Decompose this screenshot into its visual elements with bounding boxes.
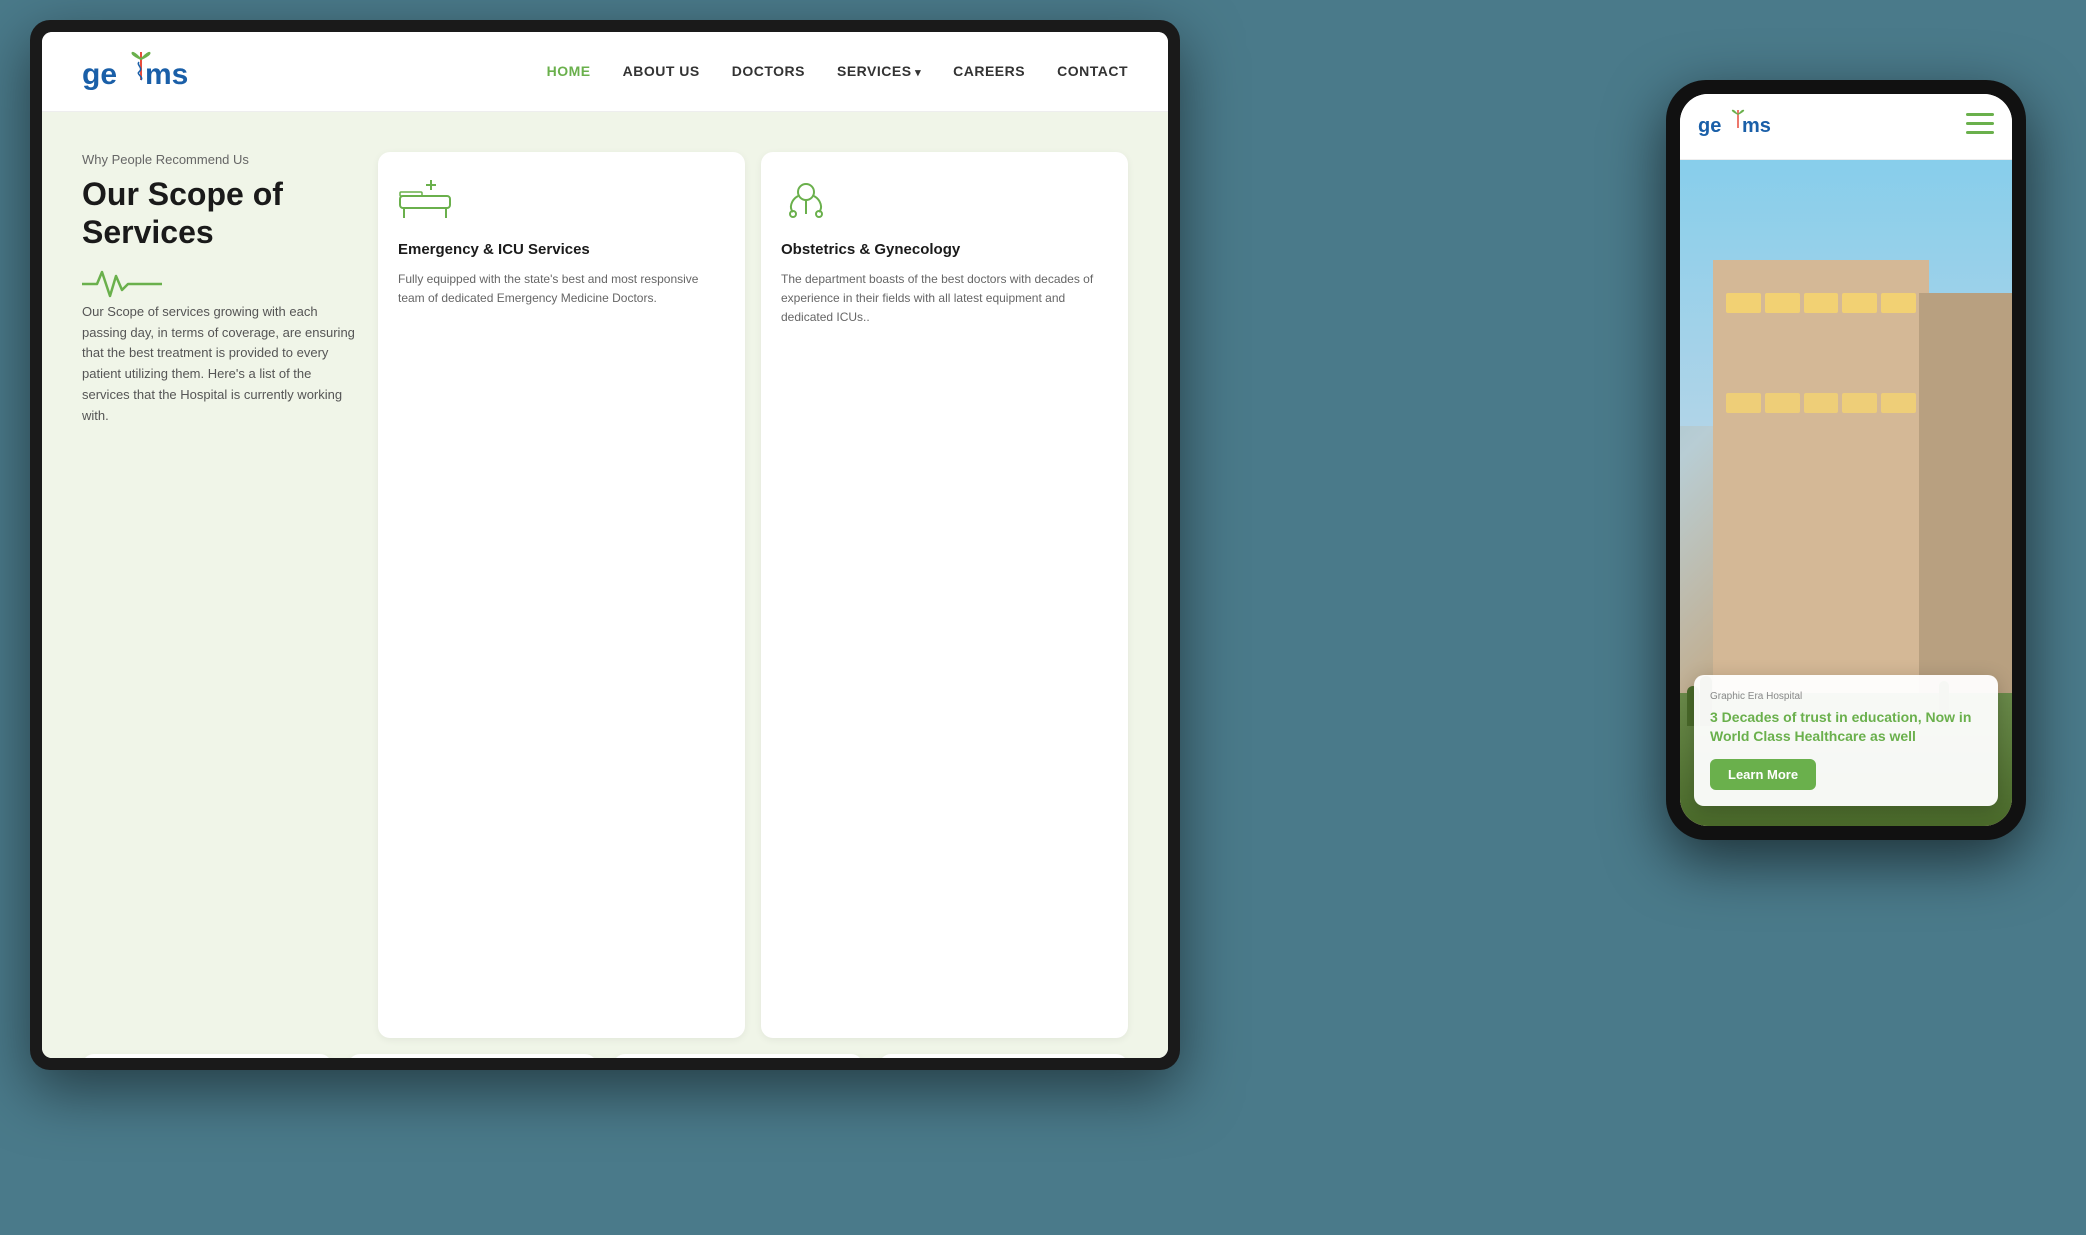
- service-card-gp: General Physician Out Patient and In-Pat…: [879, 1054, 1129, 1058]
- desktop-logo[interactable]: ge ms: [82, 48, 202, 96]
- service-card-ortho: Orthopaedics Surgery & Joint Replacement…: [613, 1054, 863, 1058]
- services-description: Our Scope of services growing with each …: [82, 302, 362, 427]
- services-title: Our Scope of Services: [82, 175, 362, 252]
- nav-links: HOME ABOUT US DOCTORS SERVICES CAREERS C…: [547, 63, 1128, 81]
- hospital-bed-icon: [398, 176, 725, 226]
- nav-link-home[interactable]: HOME: [547, 63, 591, 79]
- mobile-phone-frame: ge ms: [1666, 80, 2026, 840]
- mobile-info-card: Graphic Era Hospital 3 Decades of trust …: [1694, 675, 1998, 806]
- svg-text:ms: ms: [145, 58, 188, 91]
- nav-link-doctors[interactable]: DOCTORS: [732, 63, 805, 79]
- desktop-screen: ge ms HOME: [42, 32, 1168, 1058]
- nav-item-services[interactable]: SERVICES: [837, 63, 921, 81]
- mobile-hero: Graphic Era Hospital 3 Decades of trust …: [1680, 160, 2012, 826]
- service-name-obstetrics: Obstetrics & Gynecology: [781, 240, 1108, 260]
- svg-text:ge: ge: [82, 58, 117, 91]
- mobile-card-title: 3 Decades of trust in education, Now in …: [1710, 708, 1982, 747]
- bottom-services-grid: X-Ray, CT Scan, Ultrasound, 3T MRI 128 S…: [82, 1054, 1128, 1058]
- desktop-navbar: ge ms HOME: [42, 32, 1168, 112]
- service-desc-emergency: Fully equipped with the state's best and…: [398, 270, 725, 308]
- nav-link-about[interactable]: ABOUT US: [623, 63, 700, 79]
- service-desc-obstetrics: The department boasts of the best doctor…: [781, 270, 1108, 328]
- nav-item-contact[interactable]: CONTACT: [1057, 63, 1128, 81]
- nav-item-doctors[interactable]: DOCTORS: [732, 63, 805, 81]
- service-card-emergency: Emergency & ICU Services Fully equipped …: [378, 152, 745, 1038]
- heartbeat-icon: [82, 266, 362, 302]
- obstetrics-icon: [781, 176, 1108, 226]
- nav-link-services[interactable]: SERVICES: [837, 63, 921, 79]
- nav-item-careers[interactable]: CAREERS: [953, 63, 1025, 81]
- nav-item-about[interactable]: ABOUT US: [623, 63, 700, 81]
- nav-link-careers[interactable]: CAREERS: [953, 63, 1025, 79]
- logo-svg: ge ms: [82, 48, 202, 96]
- mobile-logo[interactable]: ge ms: [1698, 108, 1778, 145]
- services-header: Why People Recommend Us Our Scope of Ser…: [82, 152, 362, 1038]
- services-subtitle: Why People Recommend Us: [82, 152, 362, 167]
- service-card-obstetrics: Obstetrics & Gynecology The department b…: [761, 152, 1128, 1038]
- service-card-xray: X-Ray, CT Scan, Ultrasound, 3T MRI 128 S…: [82, 1054, 332, 1058]
- mobile-navbar: ge ms: [1680, 94, 2012, 160]
- desktop-content: Why People Recommend Us Our Scope of Ser…: [42, 112, 1168, 1058]
- service-card-ecg: ECG, Echo, TMT The most advanced machine…: [348, 1054, 598, 1058]
- svg-text:ge: ge: [1698, 115, 1721, 137]
- mobile-card-tag: Graphic Era Hospital: [1710, 691, 1982, 702]
- svg-text:ms: ms: [1742, 115, 1771, 137]
- desktop-browser-frame: ge ms HOME: [30, 20, 1180, 1070]
- nav-item-home[interactable]: HOME: [547, 63, 591, 81]
- learn-more-button[interactable]: Learn More: [1710, 759, 1816, 790]
- service-name-emergency: Emergency & ICU Services: [398, 240, 725, 260]
- mobile-screen: ge ms: [1680, 94, 2012, 826]
- hamburger-menu[interactable]: [1966, 113, 1994, 141]
- nav-link-contact[interactable]: CONTACT: [1057, 63, 1128, 79]
